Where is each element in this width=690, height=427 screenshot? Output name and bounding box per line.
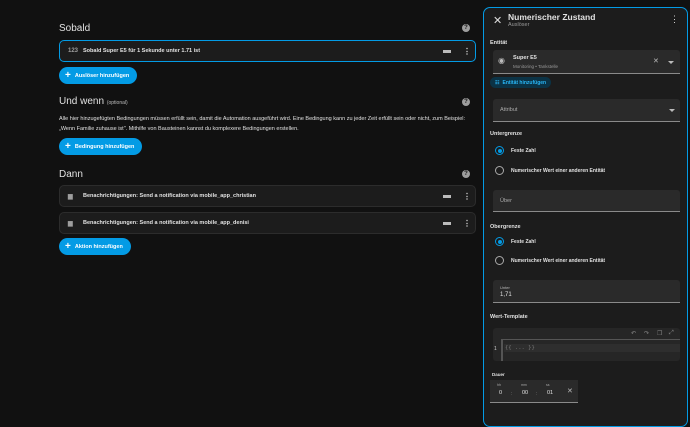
radio-label: Feste Zahl <box>511 148 536 154</box>
chevron-down-icon[interactable] <box>668 61 674 64</box>
action-item[interactable]: ▆ Benachrichtigungen: Send a notificatio… <box>59 212 476 234</box>
below-label: Unter <box>500 285 510 290</box>
duration-input[interactable]: hh 0 : mm 00 : ss 01 ✕ <box>490 380 578 403</box>
trigger-label: Sobald Super E5 für 1 Sekunde unter 1.71… <box>83 48 443 54</box>
hours-label: hh <box>497 383 501 387</box>
optional-label: (optional) <box>107 100 128 106</box>
separator: : <box>511 391 512 397</box>
lower-radio-entity[interactable]: Numerischer Wert einer anderen Entität <box>495 166 605 175</box>
help-icon[interactable]: ? <box>462 170 470 178</box>
chevron-down-icon[interactable] <box>669 109 675 112</box>
message-icon: ▆ <box>68 220 77 227</box>
template-label: Wert-Template <box>490 314 528 320</box>
plus-icon: + <box>65 242 71 252</box>
template-code: {{ ... }} <box>505 345 535 351</box>
add-trigger-button[interactable]: + Auslöser hinzufügen <box>59 67 137 84</box>
condition-section-title: Und wenn (optional) <box>59 96 128 107</box>
panel-subtitle: Auslöser <box>508 22 529 28</box>
radio-unchecked-icon <box>495 256 504 265</box>
upper-limit-label: Obergrenze <box>490 224 521 230</box>
seconds-label: ss <box>546 383 550 387</box>
separator: : <box>536 391 537 397</box>
entity-picker[interactable]: ◉ Super E5 Monitoring • Tankstelle ✕ <box>493 50 680 74</box>
number-icon: 123 <box>68 48 77 54</box>
copy-icon[interactable]: ❐ <box>657 330 662 337</box>
upper-radio-fixed[interactable]: Feste Zahl <box>495 237 536 246</box>
entity-meta: Monitoring • Tankstelle <box>513 64 558 69</box>
radio-label: Numerischer Wert einer anderen Entität <box>511 168 605 174</box>
add-action-button[interactable]: + Aktion hinzufügen <box>59 238 131 255</box>
add-entity-button[interactable]: ☷Entität hinzufügen <box>490 77 551 88</box>
seconds-value[interactable]: 01 <box>547 390 553 396</box>
trigger-section-title: Sobald <box>59 23 90 34</box>
attribute-placeholder: Attribut <box>500 107 517 113</box>
add-condition-label: Bedingung hinzufügen <box>75 144 135 150</box>
help-icon[interactable]: ? <box>462 24 470 32</box>
radio-label: Feste Zahl <box>511 239 536 245</box>
more-vert-icon[interactable]: ⋮ <box>463 47 467 56</box>
plus-icon: + <box>65 142 71 152</box>
message-icon: ▆ <box>68 193 77 200</box>
trigger-item[interactable]: 123 Sobald Super E5 für 1 Sekunde unter … <box>59 40 476 62</box>
more-vert-icon[interactable]: ⋮ <box>463 219 467 228</box>
eye-icon: ◉ <box>498 56 505 65</box>
action-section-title: Dann <box>59 169 83 180</box>
entity-label: Entität <box>490 40 507 46</box>
more-vert-icon[interactable]: ⋮ <box>463 192 467 201</box>
add-action-label: Aktion hinzufügen <box>75 244 123 250</box>
close-icon[interactable]: ✕ <box>493 14 502 27</box>
add-condition-button[interactable]: + Bedingung hinzufügen <box>59 138 142 155</box>
action-item[interactable]: ▆ Benachrichtigungen: Send a notificatio… <box>59 185 476 207</box>
plus-icon: + <box>65 71 71 81</box>
clear-icon[interactable]: ✕ <box>567 387 573 395</box>
action-label: Benachrichtigungen: Send a notification … <box>83 220 443 226</box>
fullscreen-icon[interactable]: ⤢ <box>669 330 674 337</box>
below-input[interactable]: Unter 1,71 <box>493 280 680 303</box>
radio-checked-icon <box>495 146 504 155</box>
add-entity-label: Entität hinzufügen <box>502 80 546 86</box>
clear-icon[interactable]: ✕ <box>653 57 659 65</box>
lower-radio-fixed[interactable]: Feste Zahl <box>495 146 536 155</box>
hours-value[interactable]: 0 <box>499 390 502 396</box>
below-value: 1,71 <box>500 292 512 298</box>
attribute-select[interactable]: Attribut <box>493 99 680 122</box>
condition-description: Alle hier hinzugefügten Bedingungen müss… <box>59 114 469 134</box>
lower-limit-label: Untergrenze <box>490 131 522 137</box>
template-editor[interactable]: ↶ ↷ ❐ ⤢ 1 {{ ... }} <box>493 328 680 361</box>
drag-handle-icon[interactable] <box>443 50 451 53</box>
radio-unchecked-icon <box>495 166 504 175</box>
more-vert-icon[interactable]: ⋮ <box>670 14 679 25</box>
undo-icon[interactable]: ↶ <box>631 330 636 337</box>
duration-label: Dauer <box>492 372 505 377</box>
entity-name: Super E5 <box>513 55 537 61</box>
upper-radio-entity[interactable]: Numerischer Wert einer anderen Entität <box>495 256 605 265</box>
radio-label: Numerischer Wert einer anderen Entität <box>511 258 605 264</box>
action-label: Benachrichtigungen: Send a notification … <box>83 193 443 199</box>
redo-icon[interactable]: ↷ <box>644 330 649 337</box>
drag-handle-icon[interactable] <box>443 222 451 225</box>
above-input[interactable]: Über <box>493 190 680 212</box>
radio-checked-icon <box>495 237 504 246</box>
above-label: Über <box>500 198 512 204</box>
add-trigger-label: Auslöser hinzufügen <box>75 73 129 79</box>
help-icon[interactable]: ? <box>462 98 470 106</box>
drag-handle-icon[interactable] <box>443 195 451 198</box>
line-number: 1 <box>494 346 497 352</box>
condition-title-text: Und wenn <box>59 96 104 107</box>
add-entity-icon: ☷ <box>495 80 499 86</box>
minutes-label: mm <box>521 383 527 387</box>
minutes-value[interactable]: 00 <box>522 390 528 396</box>
panel-title: Numerischer Zustand <box>508 12 595 22</box>
